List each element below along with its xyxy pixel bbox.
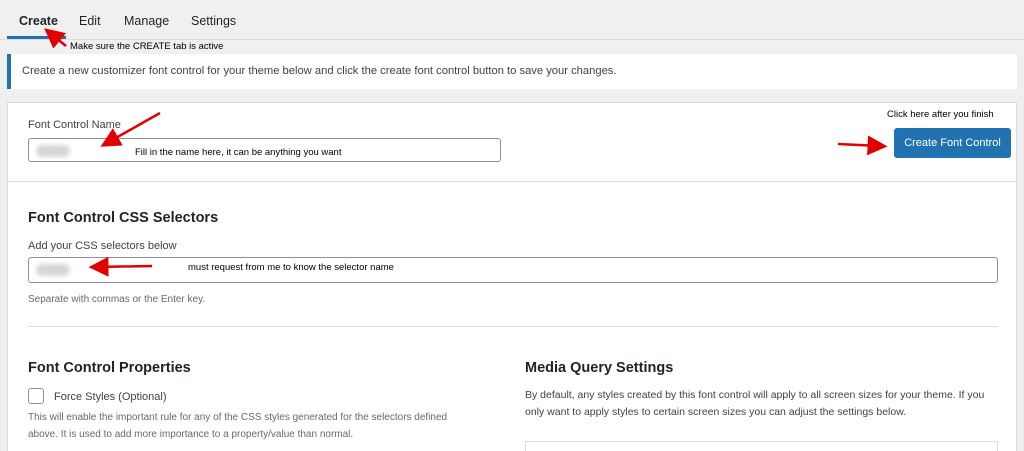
info-notice: Create a new customizer font control for… xyxy=(7,54,1017,89)
font-control-name-label: Font Control Name xyxy=(28,119,121,131)
annotation-name-note: Fill in the name here, it can be anythin… xyxy=(135,147,342,158)
css-selectors-label: Add your CSS selectors below xyxy=(28,240,177,252)
create-font-control-panel: Font Control Name Fill in the name here,… xyxy=(7,102,1017,451)
css-selectors-input[interactable] xyxy=(28,257,998,283)
tab-edit[interactable]: Edit xyxy=(79,14,101,28)
css-selectors-heading: Font Control CSS Selectors xyxy=(28,210,219,226)
media-query-heading: Media Query Settings xyxy=(525,360,674,376)
force-styles-label[interactable]: Force Styles (Optional) xyxy=(54,391,166,403)
tab-bar: Create Edit Manage Settings xyxy=(0,0,1024,40)
tab-manage[interactable]: Manage xyxy=(124,14,169,28)
tab-settings[interactable]: Settings xyxy=(191,14,236,28)
annotation-button-note: Click here after you finish xyxy=(887,109,994,120)
blurred-selector-value xyxy=(36,264,70,276)
css-selectors-help: Separate with commas or the Enter key. xyxy=(28,294,206,305)
media-query-description: By default, any styles created by this f… xyxy=(525,389,985,418)
section-divider xyxy=(28,326,998,327)
tab-divider xyxy=(0,39,1024,40)
create-font-control-button[interactable]: Create Font Control xyxy=(894,128,1011,158)
tab-create[interactable]: Create xyxy=(19,14,58,28)
force-styles-checkbox[interactable] xyxy=(28,388,44,404)
font-control-properties-heading: Font Control Properties xyxy=(28,360,191,376)
annotation-tab-note: Make sure the CREATE tab is active xyxy=(70,41,224,52)
annotation-selector-note: must request from me to know the selecto… xyxy=(188,262,394,273)
blurred-name-value xyxy=(36,145,70,157)
media-query-settings-box xyxy=(525,441,998,451)
force-styles-description: This will enable the important rule for … xyxy=(28,412,448,440)
section-divider xyxy=(8,181,1016,182)
